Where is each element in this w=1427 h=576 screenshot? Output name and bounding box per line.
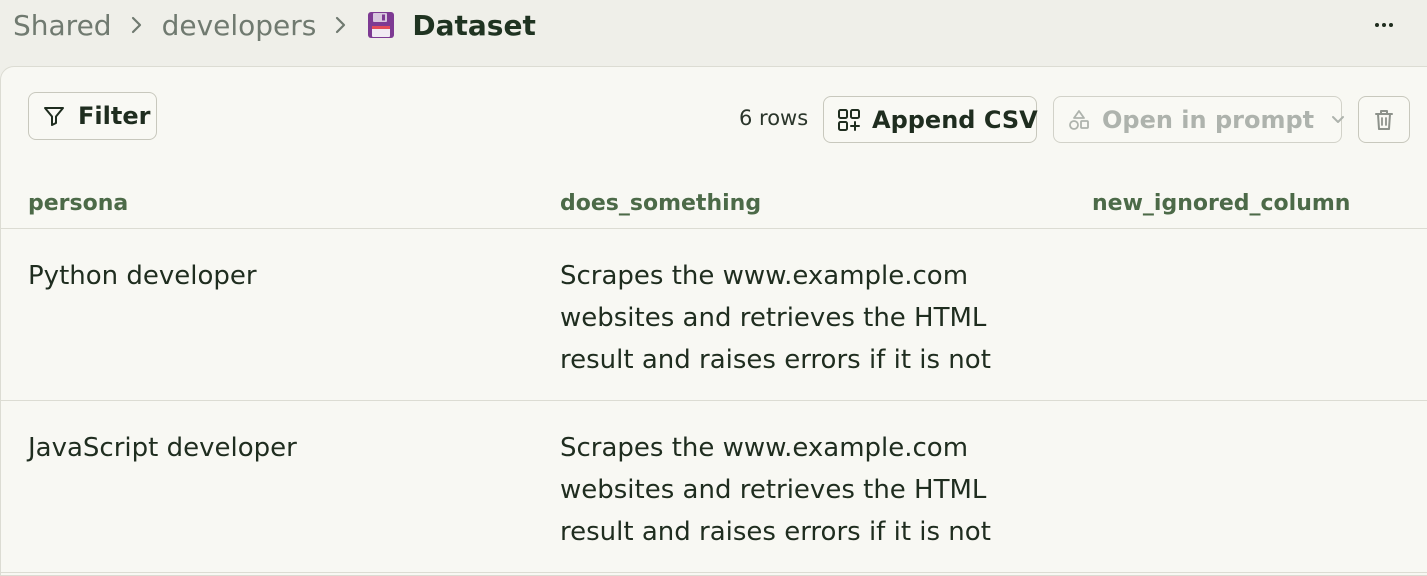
cell-does-something: Scrapes the www.example.com websites and… [560, 433, 991, 547]
top-bar: Shared developers Dataset [0, 0, 1427, 50]
funnel-icon [42, 104, 66, 128]
filter-label: Filter [78, 102, 151, 130]
chevron-right-icon [334, 15, 348, 35]
column-header-does-something[interactable]: does_something [560, 191, 761, 216]
append-csv-icon [836, 107, 862, 133]
cell-does-something: Scrapes the www.example.com websites and… [560, 261, 991, 375]
breadcrumb-item-developers[interactable]: developers [162, 9, 317, 42]
page-title: Dataset [412, 8, 536, 42]
breadcrumb: Shared developers Dataset [13, 4, 536, 46]
shapes-icon [1068, 109, 1090, 131]
table-header: persona does_something new_ignored_colum… [1, 177, 1427, 229]
breadcrumb-item-shared[interactable]: Shared [13, 9, 112, 42]
column-header-persona[interactable]: persona [28, 191, 128, 216]
append-csv-button[interactable]: Append CSV [823, 96, 1038, 143]
row-count: 6 rows [739, 106, 809, 130]
dataset-panel: Filter 6 rows Append CSV Open in prompt [0, 66, 1427, 576]
chevron-down-icon [1330, 114, 1346, 126]
column-header-new-ignored-column[interactable]: new_ignored_column [1092, 191, 1350, 216]
append-csv-label: Append CSV [872, 105, 1038, 134]
more-horizontal-icon-dot [1382, 23, 1386, 27]
trash-icon [1373, 108, 1395, 132]
open-in-prompt-label: Open in prompt [1102, 105, 1315, 134]
more-options-button[interactable] [1371, 13, 1397, 37]
more-horizontal-icon [1375, 23, 1379, 27]
cell-persona: JavaScript developer [28, 433, 297, 463]
open-in-prompt-button[interactable]: Open in prompt [1053, 96, 1345, 143]
delete-button[interactable] [1358, 96, 1410, 143]
chevron-right-icon [130, 15, 144, 35]
table-row[interactable]: JavaScript developer Scrapes the www.exa… [1, 401, 1427, 573]
table-row[interactable]: Python developer Scrapes the www.example… [1, 229, 1427, 401]
filter-button[interactable]: Filter [28, 92, 157, 140]
cell-persona: Python developer [28, 261, 257, 291]
floppy-disk-icon [366, 10, 396, 40]
more-horizontal-icon-dot [1389, 23, 1393, 27]
